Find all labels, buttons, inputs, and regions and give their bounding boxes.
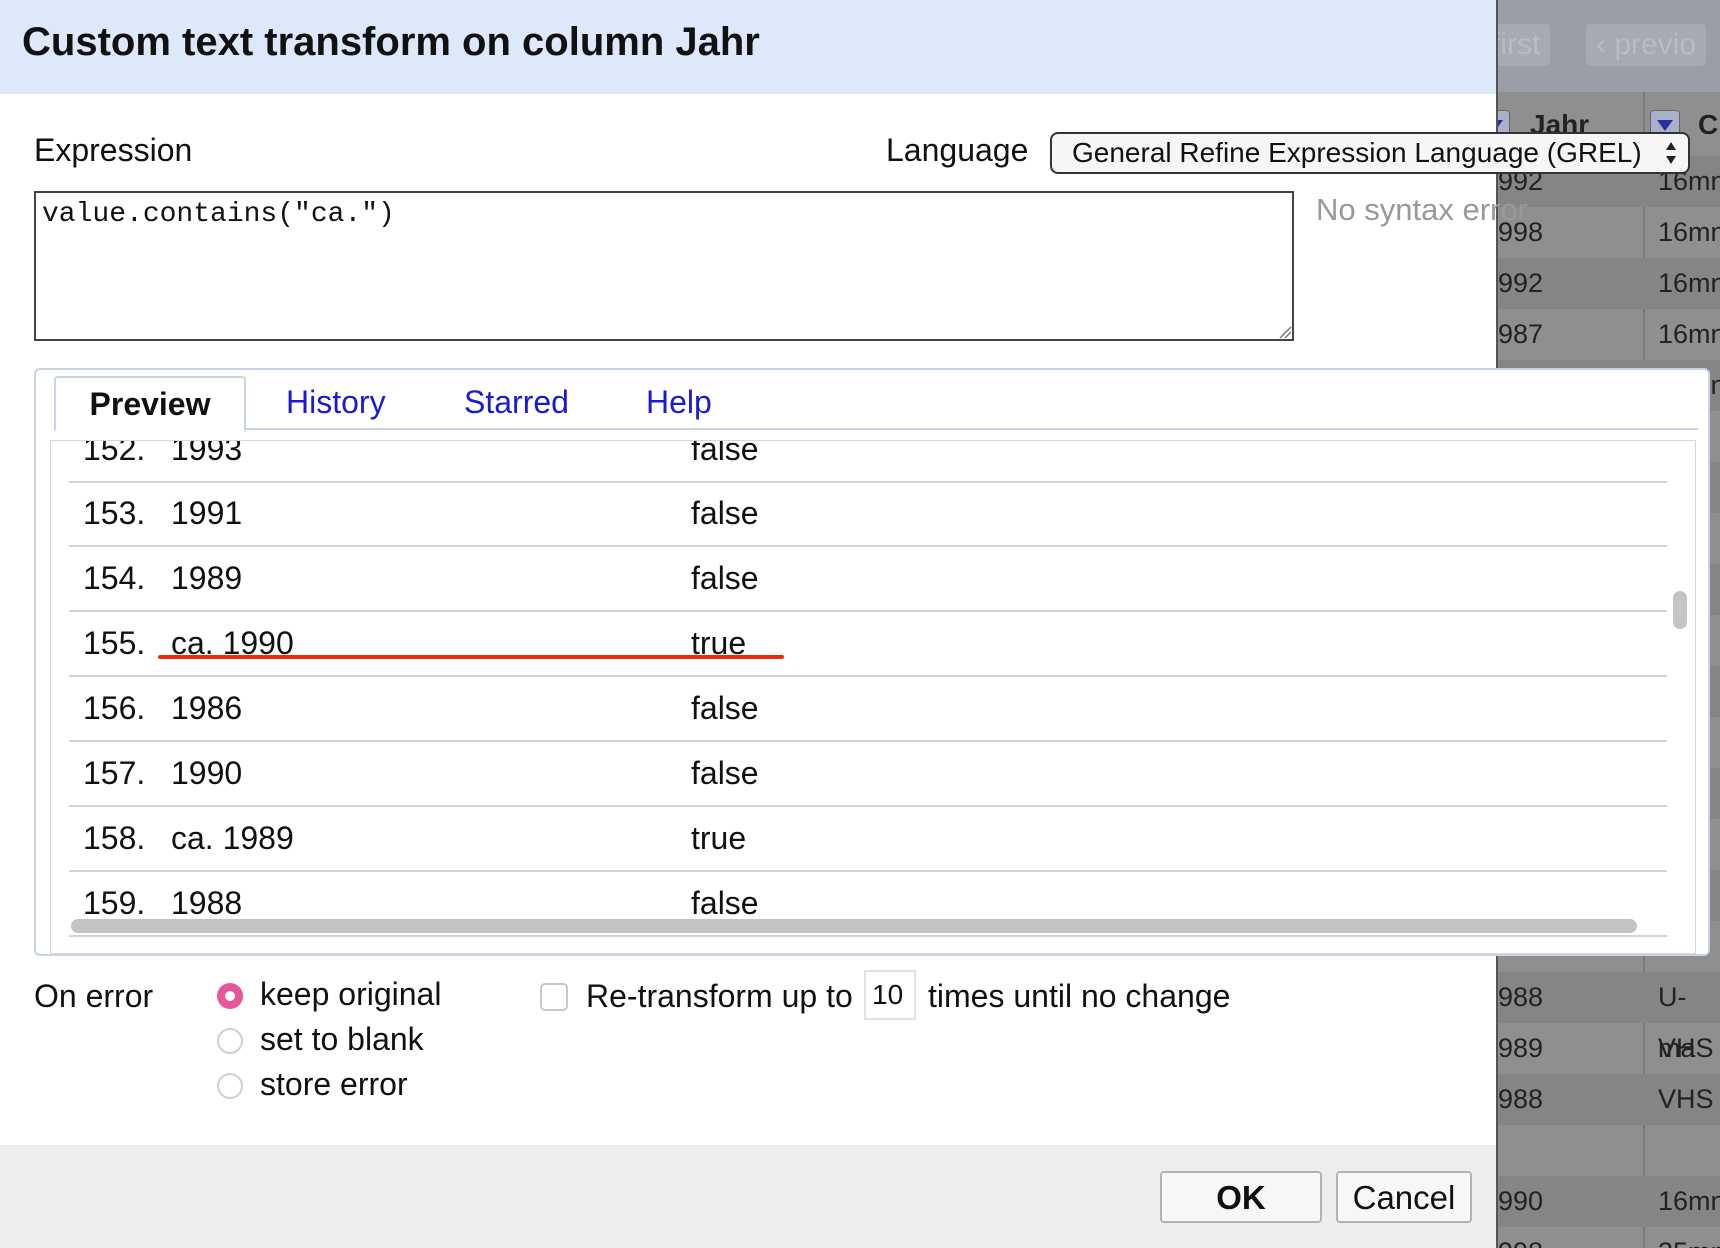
transformed-value: false [691, 495, 759, 531]
radio-set-to-blank[interactable] [217, 1028, 243, 1054]
grid-row: 988 VHS [1496, 1074, 1720, 1125]
row-number: 155. [83, 625, 146, 661]
on-error-label: On error [34, 978, 154, 1014]
original-value: 1990 [171, 755, 243, 791]
grid-cell-other: 16mn [1658, 268, 1720, 298]
tab-preview[interactable]: Preview [54, 376, 246, 432]
grid-cell-other: 35mn [1658, 1227, 1720, 1248]
tab-history[interactable]: History [276, 376, 396, 428]
row-number: 153. [83, 495, 146, 531]
option-keep-original-label[interactable]: keep original [260, 976, 441, 1013]
original-value: 1988 [171, 885, 243, 921]
language-select[interactable]: General Refine Expression Language (GREL… [1050, 132, 1690, 174]
grid-row: 998 16mn [1496, 207, 1720, 258]
tab-help[interactable]: Help [636, 376, 722, 428]
transformed-value: false [691, 560, 759, 596]
expression-input[interactable] [34, 191, 1294, 341]
transformed-value: false [691, 440, 759, 467]
preview-row: 153. 1991 false [69, 481, 1667, 547]
expression-label: Expression [34, 132, 193, 168]
preview-table[interactable]: 152. 1993 false 153. 1991 false 154. 1989 false 1… [50, 440, 1696, 954]
grid-row: 998 35mn [1496, 1227, 1720, 1248]
row-number: 157. [83, 755, 146, 791]
ok-button[interactable]: OK [1160, 1171, 1322, 1223]
grid-cell-jahr: 988 [1498, 1084, 1544, 1114]
grid-cell-jahr: 990 [1498, 1186, 1544, 1216]
original-value: ca. 1989 [171, 820, 294, 856]
grid-cell-jahr: 998 [1498, 1227, 1543, 1248]
grid-row [1496, 1125, 1720, 1176]
cancel-button[interactable]: Cancel [1336, 1171, 1472, 1223]
transformed-value: true [691, 820, 747, 856]
row-number: 156. [83, 690, 146, 726]
retransform-label: Re-transform up to [586, 978, 853, 1014]
retransform-checkbox[interactable] [540, 983, 568, 1011]
resize-grip-icon[interactable] [1278, 325, 1292, 339]
language-label: Language [886, 132, 1029, 168]
transformed-value: false [691, 755, 759, 791]
original-value: 1989 [171, 560, 243, 596]
first-page-button[interactable]: first [1496, 24, 1551, 66]
grid-row: 992 16mn [1496, 258, 1720, 309]
dialog-title-bar: Custom text transform on column Jahr [0, 0, 1496, 94]
syntax-status: No syntax error [1316, 192, 1528, 227]
grid-nav-bar: first ‹ previo [1496, 0, 1720, 92]
option-store-error-label[interactable]: store error [260, 1066, 408, 1103]
row-number: 159. [83, 885, 146, 921]
grid-cell-other: 16mn [1658, 319, 1720, 349]
preview-row: 156. 1986 false [69, 676, 1667, 742]
grid-row: 989 VHS [1496, 1023, 1720, 1074]
grid-row: 987 16mn [1496, 309, 1720, 360]
grid-cell-jahr: 992 [1498, 268, 1544, 298]
grid-cell-jahr: 988 [1498, 982, 1544, 1012]
preview-row: 155. ca. 1990 true [69, 611, 1667, 677]
grid-cell-other: 16mn [1658, 1186, 1720, 1216]
tabs-panel: Preview History Starred Help 152. 1993 fal… [34, 368, 1710, 956]
dialog-title: Custom text transform on column Jahr [22, 20, 760, 64]
preview-row: 158. ca. 1989 true [69, 806, 1667, 872]
tab-strip: Preview History Starred Help [36, 370, 1710, 432]
row-number: 152. [83, 440, 146, 467]
original-value: 1986 [171, 690, 243, 726]
vertical-scrollbar[interactable] [1673, 591, 1687, 629]
original-value: 1993 [171, 440, 243, 467]
radio-keep-original[interactable] [217, 983, 243, 1009]
language-select-value: General Refine Expression Language (GREL… [1072, 137, 1642, 168]
preview-row: 154. 1989 false [69, 546, 1667, 612]
transformed-value: false [691, 690, 759, 726]
grid-row: 990 16mn [1496, 1176, 1720, 1227]
column-header-c: C [1698, 109, 1719, 140]
horizontal-scrollbar[interactable] [71, 919, 1637, 933]
grid-cell-other: VHS [1658, 1033, 1714, 1063]
retransform-count-input[interactable]: 10 [864, 970, 916, 1020]
grid-cell-other: VHS [1658, 1084, 1714, 1114]
previous-page-button[interactable]: ‹ previo [1586, 24, 1707, 66]
retransform-suffix: times until no change [928, 978, 1231, 1014]
preview-row: 157. 1990 false [69, 741, 1667, 807]
tab-starred[interactable]: Starred [454, 376, 579, 428]
row-number: 158. [83, 820, 146, 856]
grid-row: 988 U-ma [1496, 972, 1720, 1063]
highlight-underline [158, 655, 784, 659]
grid-cell-other: 16mn [1658, 217, 1720, 247]
grid-cell-jahr: 987 [1498, 319, 1544, 349]
preview-row: 152. 1993 false [69, 440, 1667, 483]
row-number: 154. [83, 560, 146, 596]
select-arrows-icon [1666, 142, 1676, 164]
grid-cell-jahr: 989 [1498, 1033, 1544, 1063]
option-set-to-blank-label[interactable]: set to blank [260, 1021, 424, 1058]
transformed-value: false [691, 885, 759, 921]
radio-store-error[interactable] [217, 1073, 243, 1099]
original-value: 1991 [171, 495, 243, 531]
